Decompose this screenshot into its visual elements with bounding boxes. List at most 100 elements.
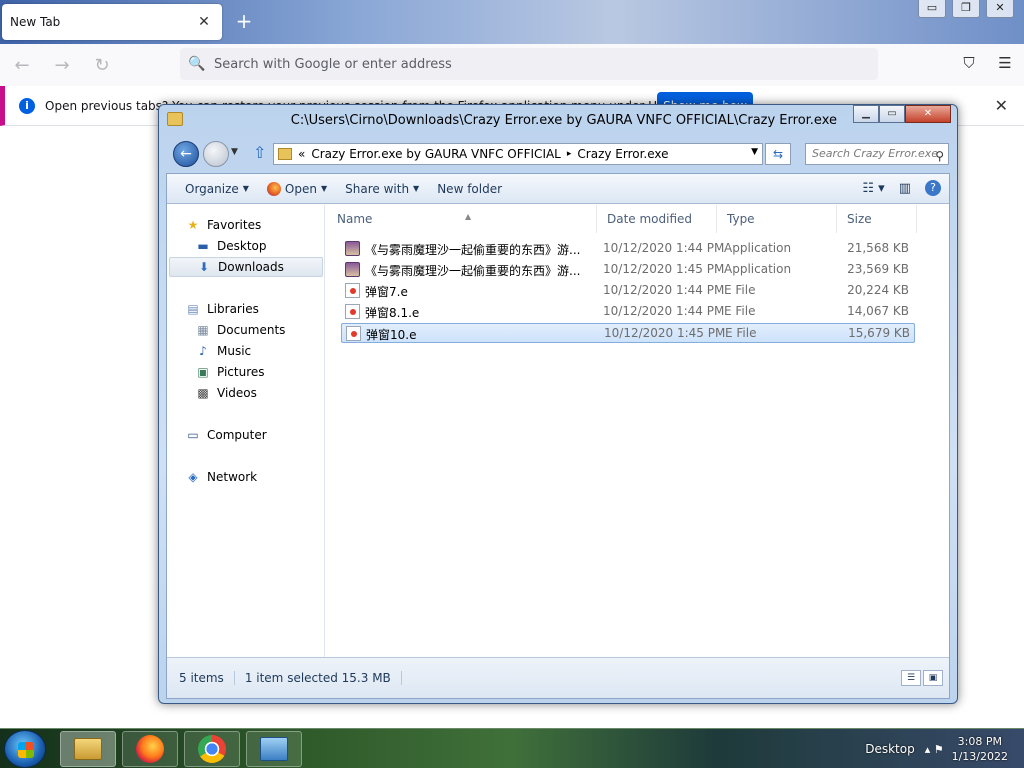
explorer-titlebar[interactable]: C:\Users\Cirno\Downloads\Crazy Error.exe…	[159, 105, 957, 135]
recent-pages-chevron-icon[interactable]: ▼	[231, 147, 238, 157]
nav-favorites[interactable]: ★ Favorites	[185, 215, 262, 235]
caret-down-icon: ▼	[320, 184, 328, 193]
reload-button[interactable]: ↻	[84, 47, 120, 83]
address-dropdown-icon[interactable]: ▼	[751, 147, 758, 157]
taskbar-control-panel[interactable]	[246, 731, 302, 767]
explorer-window: C:\Users\Cirno\Downloads\Crazy Error.exe…	[158, 104, 958, 704]
column-header-name[interactable]: Name ▲	[327, 205, 597, 233]
videos-icon: ▩	[197, 386, 209, 400]
file-type: Application	[724, 241, 792, 255]
tray-expand-icon[interactable]: ▴ ⚑	[925, 743, 944, 756]
nav-computer[interactable]: ▭ Computer	[185, 425, 266, 445]
file-type: E File	[724, 304, 756, 318]
tab-close-icon[interactable]: ✕	[194, 12, 214, 32]
column-size-label: Size	[847, 212, 872, 226]
explorer-search-input[interactable]: Search Crazy Error.exe ⚲	[805, 143, 949, 165]
nav-documents[interactable]: ▦ Documents	[195, 320, 285, 340]
tab-new-tab[interactable]: New Tab ✕	[2, 4, 222, 40]
taskbar-chrome[interactable]	[184, 731, 240, 767]
folder-icon	[167, 112, 183, 126]
search-placeholder: Search Crazy Error.exe	[812, 147, 939, 160]
address-segment-current[interactable]: Crazy Error.exe	[577, 147, 668, 161]
e-file-icon	[345, 283, 360, 298]
file-row-selected[interactable]: 弹窗10.e 10/12/2020 1:45 PM E File 15,679 …	[341, 323, 915, 343]
command-bar: Organize ▼ Open ▼ Share with ▼ New folde…	[167, 174, 949, 204]
nav-downloads-label: Downloads	[218, 260, 284, 274]
open-button[interactable]: Open ▼	[266, 181, 328, 196]
back-button[interactable]: ←	[4, 47, 40, 83]
e-file-icon	[346, 326, 361, 341]
file-date: 10/12/2020 1:45 PM	[604, 326, 726, 340]
magnifier-icon[interactable]: ⚲	[935, 146, 944, 164]
application-icon	[345, 241, 360, 256]
start-button[interactable]	[4, 730, 46, 768]
column-header-type[interactable]: Type	[717, 205, 837, 233]
file-list-pane: Name ▲ Date modified Type Size 《与雾雨魔理沙一起…	[327, 205, 949, 657]
address-segment-parent[interactable]: Crazy Error.exe by GAURA VNFC OFFICIAL	[311, 147, 561, 161]
new-folder-button[interactable]: New folder	[437, 182, 502, 196]
music-icon: ♪	[199, 344, 207, 358]
file-row[interactable]: 弹窗8.1.e 10/12/2020 1:44 PM E File 14,067…	[341, 302, 915, 322]
restore-button[interactable]: ❐	[952, 0, 980, 18]
clock-date: 1/13/2022	[951, 750, 1008, 763]
taskbar-firefox[interactable]	[122, 731, 178, 767]
new-tab-button[interactable]: +	[232, 10, 256, 34]
pictures-icon: ▣	[197, 365, 209, 379]
column-type-label: Type	[727, 212, 755, 226]
help-icon[interactable]: ?	[925, 180, 941, 196]
change-view-icon[interactable]: ☷ ▾	[862, 181, 884, 196]
explorer-close-button[interactable]: ✕	[905, 105, 951, 123]
file-type: Application	[724, 262, 792, 276]
nav-favorites-label: Favorites	[207, 218, 262, 232]
application-icon	[345, 262, 360, 277]
libraries-icon: ▤	[187, 302, 199, 316]
nav-pictures[interactable]: ▣ Pictures	[195, 362, 264, 382]
tab-title: New Tab	[10, 15, 61, 29]
clock[interactable]: 3:08 PM 1/13/2022	[952, 734, 1008, 764]
explorer-maximize-button[interactable]: ▭	[879, 105, 905, 123]
up-arrow-icon[interactable]: ⇧	[253, 143, 266, 162]
control-panel-icon	[260, 737, 288, 761]
file-row[interactable]: 《与雾雨魔理沙一起偷重要的东西》游... 10/12/2020 1:44 PM …	[341, 239, 915, 259]
url-placeholder: Search with Google or enter address	[214, 56, 452, 72]
explorer-minimize-button[interactable]: ▁	[853, 105, 879, 123]
column-header-date[interactable]: Date modified	[597, 205, 717, 233]
file-row[interactable]: 弹窗7.e 10/12/2020 1:44 PM E File 20,224 K…	[341, 281, 915, 301]
chrome-icon	[198, 735, 226, 763]
navigation-pane: ★ Favorites ▬ Desktop ⬇ Downloads ▤ Libr…	[167, 205, 325, 657]
preview-pane-icon[interactable]: ▥	[899, 181, 911, 196]
share-with-button[interactable]: Share with ▼	[345, 182, 419, 196]
menu-icon[interactable]: ☰	[994, 52, 1016, 74]
nav-network[interactable]: ◈ Network	[185, 467, 257, 487]
url-bar[interactable]: 🔍 Search with Google or enter address	[180, 48, 878, 80]
organize-button[interactable]: Organize ▼	[185, 182, 249, 196]
nav-videos[interactable]: ▩ Videos	[195, 383, 257, 403]
nav-music[interactable]: ♪ Music	[195, 341, 251, 361]
nav-downloads[interactable]: ⬇ Downloads	[169, 257, 323, 277]
explorer-back-button[interactable]: ←	[173, 141, 199, 167]
desktop-toolbar-label[interactable]: Desktop	[865, 742, 915, 756]
file-row[interactable]: 《与雾雨魔理沙一起偷重要的东西》游... 10/12/2020 1:45 PM …	[341, 260, 915, 280]
address-row: ← ▼ ⇧ « Crazy Error.exe by GAURA VNFC OF…	[167, 139, 949, 169]
address-prefix[interactable]: «	[298, 147, 305, 161]
address-separator-icon[interactable]: ▸	[567, 149, 572, 159]
nav-libraries[interactable]: ▤ Libraries	[185, 299, 259, 319]
sort-up-icon: ▲	[465, 212, 472, 221]
refresh-button[interactable]: ⇆	[765, 143, 791, 165]
address-bar[interactable]: « Crazy Error.exe by GAURA VNFC OFFICIAL…	[273, 143, 763, 165]
notification-close-icon[interactable]: ✕	[995, 96, 1008, 115]
nav-music-label: Music	[217, 344, 252, 358]
pocket-icon[interactable]: ⛉	[958, 52, 980, 74]
nav-desktop[interactable]: ▬ Desktop	[195, 236, 266, 256]
forward-button[interactable]: →	[44, 47, 80, 83]
explorer-forward-button[interactable]	[203, 141, 229, 167]
close-button[interactable]: ✕	[986, 0, 1014, 18]
details-view-icon[interactable]: ☰	[901, 670, 921, 686]
computer-icon: ▭	[187, 428, 199, 442]
taskbar-explorer[interactable]	[60, 731, 116, 767]
file-name: 弹窗7.e	[365, 285, 408, 299]
minimize-button[interactable]: ▭	[918, 0, 946, 18]
column-header-size[interactable]: Size	[837, 205, 917, 233]
large-icons-view-icon[interactable]: ▣	[923, 670, 943, 686]
organize-label: Organize	[185, 181, 239, 196]
